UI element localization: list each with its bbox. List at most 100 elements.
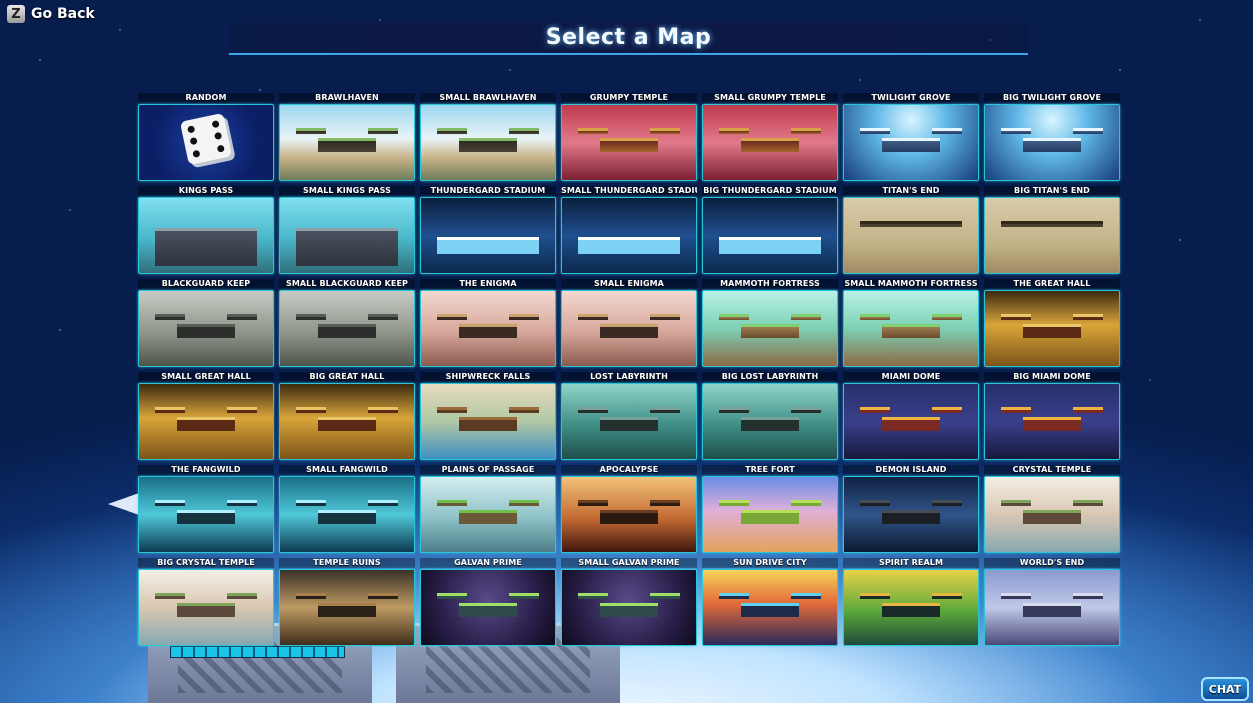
- platform-artwork: [719, 127, 749, 134]
- platform-artwork: [296, 499, 326, 506]
- platform-artwork: [368, 499, 398, 506]
- chat-button[interactable]: CHAT: [1201, 677, 1249, 701]
- map-tile[interactable]: LOST LABYRINTH: [561, 372, 697, 460]
- platform-artwork: [509, 127, 539, 134]
- map-thumbnail: [702, 104, 838, 181]
- platform-artwork: [296, 313, 326, 320]
- platform-artwork: [599, 324, 659, 338]
- platform-artwork: [791, 406, 821, 413]
- map-tile-label: TEMPLE RUINS: [279, 558, 415, 568]
- platform-artwork: [458, 324, 518, 338]
- map-tile-label: GALVAN PRIME: [420, 558, 556, 568]
- z-key-icon: Z: [7, 5, 25, 23]
- map-tile[interactable]: GALVAN PRIME: [420, 558, 556, 646]
- map-tile-label: BIG LOST LABYRINTH: [702, 372, 838, 382]
- map-tile[interactable]: APOCALYPSE: [561, 465, 697, 553]
- map-tile[interactable]: BLACKGUARD KEEP: [138, 279, 274, 367]
- map-tile-label: WORLD'S END: [984, 558, 1120, 568]
- map-tile[interactable]: SUN DRIVE CITY: [702, 558, 838, 646]
- platform-artwork: [458, 138, 518, 152]
- map-tile-label: BIG CRYSTAL TEMPLE: [138, 558, 274, 568]
- map-tile[interactable]: TREE FORT: [702, 465, 838, 553]
- platform-artwork: [650, 313, 680, 320]
- map-thumbnail: [702, 569, 838, 646]
- platform-artwork: [317, 138, 377, 152]
- map-tile-label: SMALL GREAT HALL: [138, 372, 274, 382]
- platform-artwork: [437, 592, 467, 599]
- map-tile[interactable]: SMALL THUNDERGARD STADIU: [561, 186, 697, 274]
- map-thumbnail: [843, 569, 979, 646]
- map-tile[interactable]: SHIPWRECK FALLS: [420, 372, 556, 460]
- map-thumbnail: [561, 104, 697, 181]
- map-tile[interactable]: THUNDERGARD STADIUM: [420, 186, 556, 274]
- platform-artwork: [881, 603, 941, 617]
- platform-artwork: [458, 510, 518, 524]
- map-tile[interactable]: MIAMI DOME: [843, 372, 979, 460]
- map-tile[interactable]: BIG GREAT HALL: [279, 372, 415, 460]
- map-tile[interactable]: SMALL GALVAN PRIME: [561, 558, 697, 646]
- platform-artwork: [176, 603, 236, 617]
- go-back-button[interactable]: Z Go Back: [7, 5, 95, 23]
- map-tile[interactable]: SMALL BLACKGUARD KEEP: [279, 279, 415, 367]
- map-tile[interactable]: TITAN'S END: [843, 186, 979, 274]
- map-tile[interactable]: CRYSTAL TEMPLE: [984, 465, 1120, 553]
- map-tile-label: SMALL BRAWLHAVEN: [420, 93, 556, 103]
- platform-artwork: [860, 592, 890, 599]
- platform-artwork: [932, 127, 962, 134]
- map-tile[interactable]: SMALL KINGS PASS: [279, 186, 415, 274]
- map-tile[interactable]: BIG THUNDERGARD STADIUM: [702, 186, 838, 274]
- map-thumbnail: [984, 104, 1120, 181]
- platform-artwork: [296, 406, 326, 413]
- map-tile[interactable]: THE FANGWILD: [138, 465, 274, 553]
- platform-artwork: [1001, 592, 1031, 599]
- platform-artwork: [509, 313, 539, 320]
- map-tile[interactable]: BIG TITAN'S END: [984, 186, 1120, 274]
- platform-artwork: [932, 406, 962, 413]
- map-thumbnail: [561, 383, 697, 460]
- map-tile-label: KINGS PASS: [138, 186, 274, 196]
- platform-artwork: [740, 417, 800, 431]
- map-tile[interactable]: SPIRIT REALM: [843, 558, 979, 646]
- map-tile[interactable]: SMALL GREAT HALL: [138, 372, 274, 460]
- map-tile[interactable]: SMALL GRUMPY TEMPLE: [702, 93, 838, 181]
- platform-artwork: [1001, 127, 1031, 134]
- map-tile[interactable]: PLAINS OF PASSAGE: [420, 465, 556, 553]
- platform-artwork: [740, 510, 800, 524]
- map-tile[interactable]: BRAWLHAVEN: [279, 93, 415, 181]
- platform-artwork: [368, 127, 398, 134]
- map-tile[interactable]: MAMMOTH FORTRESS: [702, 279, 838, 367]
- map-tile[interactable]: THE ENIGMA: [420, 279, 556, 367]
- platform-artwork: [599, 138, 659, 152]
- map-tile[interactable]: BIG CRYSTAL TEMPLE: [138, 558, 274, 646]
- map-tile[interactable]: TWILIGHT GROVE: [843, 93, 979, 181]
- platform-artwork: [740, 138, 800, 152]
- map-tile[interactable]: WORLD'S END: [984, 558, 1120, 646]
- map-thumbnail: [420, 290, 556, 367]
- map-tile-label: THE FANGWILD: [138, 465, 274, 475]
- map-tile[interactable]: DEMON ISLAND: [843, 465, 979, 553]
- platform-artwork: [317, 510, 377, 524]
- map-tile[interactable]: KINGS PASS: [138, 186, 274, 274]
- platform-artwork: [881, 220, 941, 227]
- platform-artwork: [317, 228, 377, 266]
- map-tile[interactable]: BIG TWILIGHT GROVE: [984, 93, 1120, 181]
- map-tile[interactable]: BIG LOST LABYRINTH: [702, 372, 838, 460]
- map-tile[interactable]: TEMPLE RUINS: [279, 558, 415, 646]
- map-tile[interactable]: SMALL MAMMOTH FORTRESS: [843, 279, 979, 367]
- platform-artwork: [740, 324, 800, 338]
- map-tile[interactable]: SMALL FANGWILD: [279, 465, 415, 553]
- map-tile[interactable]: SMALL ENIGMA: [561, 279, 697, 367]
- map-thumbnail: [984, 383, 1120, 460]
- platform-artwork: [176, 228, 236, 266]
- page-title: Select a Map: [545, 25, 712, 50]
- map-tile[interactable]: RANDOM: [138, 93, 274, 181]
- map-tile[interactable]: THE GREAT HALL: [984, 279, 1120, 367]
- platform-artwork: [881, 138, 941, 152]
- map-tile[interactable]: BIG MIAMI DOME: [984, 372, 1120, 460]
- platform-artwork: [791, 313, 821, 320]
- map-tile[interactable]: SMALL BRAWLHAVEN: [420, 93, 556, 181]
- map-tile[interactable]: GRUMPY TEMPLE: [561, 93, 697, 181]
- map-thumbnail: [984, 569, 1120, 646]
- map-thumbnail: [561, 197, 697, 274]
- map-thumbnail: [138, 569, 274, 646]
